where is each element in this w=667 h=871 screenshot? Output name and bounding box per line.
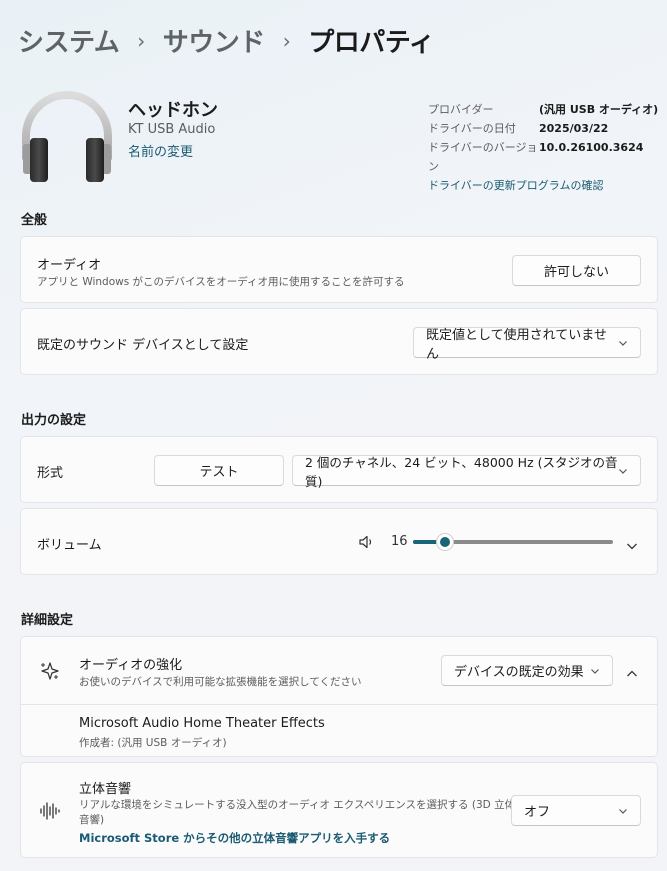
volume-title: ボリューム: [37, 538, 102, 553]
section-output-heading: 出力の設定: [21, 413, 87, 428]
breadcrumb: システム › サウンド › プロパティ: [18, 22, 435, 59]
spatial-dropdown[interactable]: オフ: [511, 795, 641, 826]
spatial-sound-card: 立体音響 リアルな環境をシミュレートする没入型のオーディオ エクスペリエンスを選…: [20, 762, 658, 858]
spatial-title: 立体音響: [79, 782, 132, 797]
default-device-title: 既定のサウンド デバイスとして設定: [37, 338, 249, 353]
device-model: KT USB Audio: [128, 122, 216, 137]
spatial-description-line2: 音響): [79, 814, 105, 826]
enhancement-value: デバイスの既定の効果: [454, 665, 584, 680]
breadcrumb-sound[interactable]: サウンド: [163, 22, 266, 59]
driver-date-label: ドライバーの日付: [428, 122, 516, 135]
default-device-value: 既定値として使用されていません: [426, 327, 607, 362]
volume-slider-thumb[interactable]: [436, 533, 454, 551]
spatial-description-line1: リアルな環境をシミュレートする没入型のオーディオ エクスペリエンスを選択する (…: [79, 799, 516, 811]
default-device-dropdown[interactable]: 既定値として使用されていません: [413, 327, 641, 362]
sparkle-icon: [39, 660, 61, 682]
driver-properties: プロバイダー (汎用 USB オーディオ) ドライバーの日付 2025/03/22 …: [428, 100, 658, 195]
deny-button[interactable]: 許可しない: [512, 255, 641, 286]
driver-update-link[interactable]: ドライバーの更新プログラムの確認: [428, 176, 603, 195]
breadcrumb-system[interactable]: システム: [18, 22, 120, 59]
chevron-down-icon: [618, 466, 628, 476]
test-button[interactable]: テスト: [154, 455, 284, 486]
chevron-down-icon: [590, 666, 600, 676]
section-advanced-heading: 詳細設定: [21, 613, 74, 628]
enhancement-dropdown[interactable]: デバイスの既定の効果: [441, 655, 613, 686]
effect-author: 作成者: (汎用 USB オーディオ): [79, 737, 227, 749]
driver-version-label: ドライバーのバージョン: [428, 141, 538, 173]
audio-enhancement-card: オーディオの強化 お使いのデバイスで利用可能な拡張機能を選択してください デバイ…: [20, 636, 658, 757]
rename-link[interactable]: 名前の変更: [128, 141, 193, 160]
store-link[interactable]: Microsoft Store からその他の立体音響アプリを入手する: [79, 830, 390, 846]
speaker-icon[interactable]: [358, 534, 374, 550]
driver-date-value: 2025/03/22: [539, 122, 609, 135]
volume-card: ボリューム 16: [20, 508, 658, 575]
effect-name: Microsoft Audio Home Theater Effects: [79, 716, 325, 731]
section-general-heading: 全般: [21, 213, 48, 228]
breadcrumb-separator: ›: [137, 28, 145, 53]
waveform-icon: [39, 801, 61, 821]
chevron-down-icon[interactable]: [626, 537, 638, 550]
chevron-up-icon[interactable]: [626, 665, 638, 677]
divider: [21, 704, 657, 705]
format-dropdown[interactable]: 2 個のチャネル、24 ビット、48000 Hz (スタジオの音質): [292, 455, 641, 489]
enhancement-description: お使いのデバイスで利用可能な拡張機能を選択してください: [79, 676, 362, 688]
provider-label: プロバイダー: [428, 103, 494, 116]
volume-value: 16: [391, 534, 408, 549]
driver-version-value: 10.0.26100.3624: [539, 141, 644, 154]
breadcrumb-separator: ›: [282, 28, 291, 53]
device-name: ヘッドホン: [128, 100, 218, 121]
enhancement-title: オーディオの強化: [79, 658, 183, 673]
headphones-icon: [20, 88, 114, 186]
provider-value: (汎用 USB オーディオ): [539, 103, 659, 116]
chevron-down-icon: [618, 806, 628, 816]
audio-allow-card: オーディオ アプリと Windows がこのデバイスをオーディオ用に使用すること…: [20, 236, 658, 303]
page-title: プロパティ: [308, 28, 435, 58]
spatial-value: オフ: [524, 805, 551, 820]
format-value: 2 個のチャネル、24 ビット、48000 Hz (スタジオの音質): [305, 454, 618, 489]
audio-description: アプリと Windows がこのデバイスをオーディオ用に使用することを許可する: [37, 276, 405, 288]
chevron-down-icon: [618, 338, 628, 348]
format-title: 形式: [37, 466, 64, 481]
default-device-card: 既定のサウンド デバイスとして設定 既定値として使用されていません: [20, 308, 658, 375]
audio-title: オーディオ: [37, 258, 102, 273]
format-card: 形式 テスト 2 個のチャネル、24 ビット、48000 Hz (スタジオの音質…: [20, 436, 658, 503]
